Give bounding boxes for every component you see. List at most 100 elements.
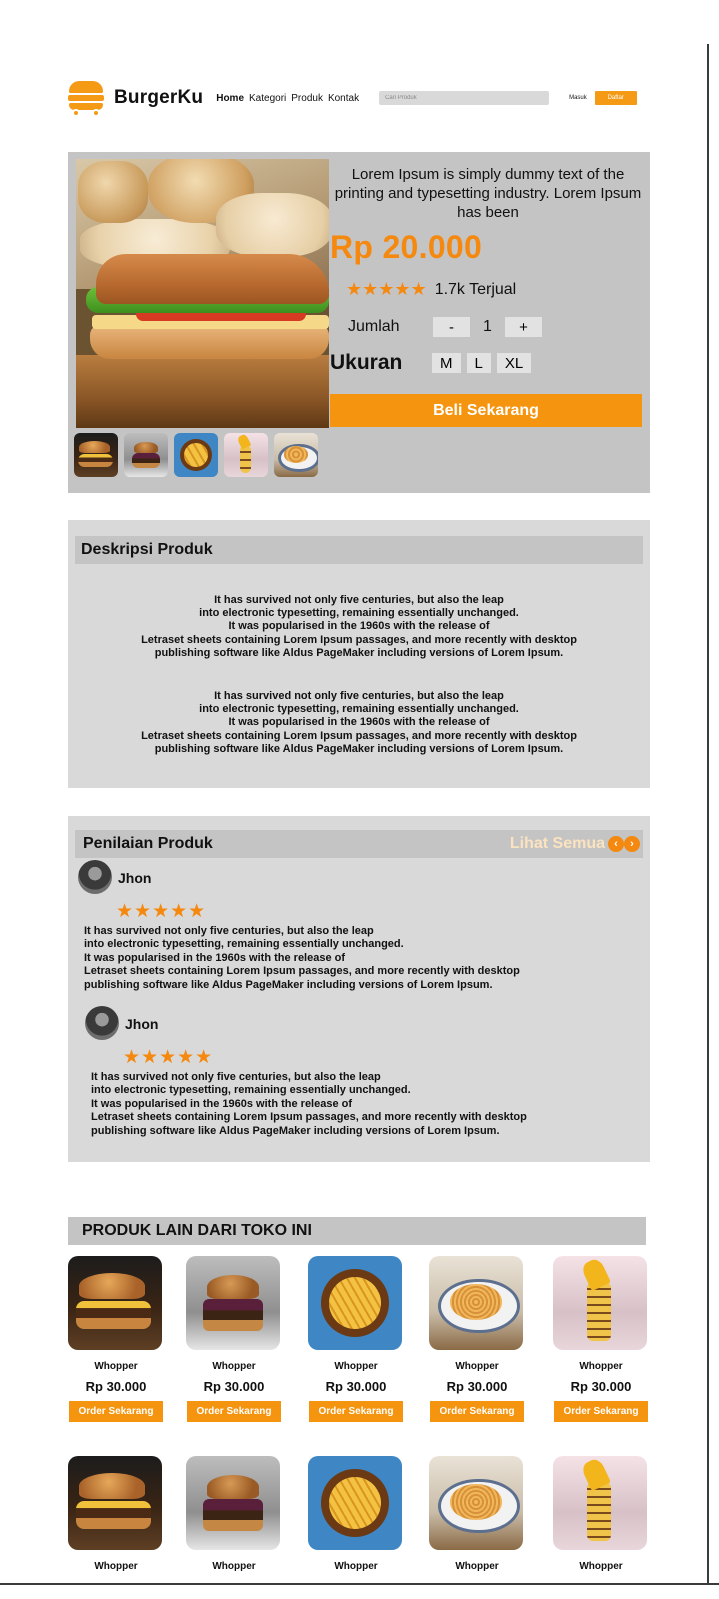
thumbnail-image[interactable] (74, 433, 118, 477)
nav-link-kontak[interactable]: Kontak (328, 93, 359, 104)
product-card[interactable]: Whopper (68, 1456, 164, 1572)
review-text: It has survived not only five centuries,… (84, 925, 644, 992)
quantity-value: 1 (483, 318, 492, 335)
star-rating-icon: ★★★★★ (123, 1047, 214, 1068)
size-option-xl[interactable]: XL (496, 353, 532, 373)
quantity-decrease-button[interactable]: - (433, 317, 470, 337)
text-line: It was popularised in the 1960s with the… (228, 716, 490, 729)
product-price: Rp 20.000 (330, 229, 483, 265)
product-name: Whopper (94, 1361, 138, 1372)
order-now-button[interactable]: Order Sekarang (69, 1401, 163, 1422)
product-name: Whopper (455, 1361, 499, 1372)
product-card[interactable]: Whopper Rp 30.000 Order Sekarang (68, 1256, 164, 1422)
product-image[interactable] (186, 1456, 280, 1550)
product-image[interactable] (553, 1256, 647, 1350)
reviews-panel: Penilaian Produk Lihat Semua ‹ › Jhon ★★… (68, 816, 650, 1162)
text-line: publishing software like Aldus PageMaker… (84, 978, 493, 991)
reviews-header: Penilaian Produk Lihat Semua ‹ › (75, 830, 643, 858)
nav-link-produk[interactable]: Produk (291, 93, 323, 104)
product-image[interactable] (429, 1456, 523, 1550)
product-image[interactable] (186, 1256, 280, 1350)
product-rating: ★★★★★ 1.7k Terjual (346, 279, 516, 300)
product-card[interactable]: Whopper Rp 30.000 Order Sekarang (429, 1256, 525, 1422)
register-button[interactable]: Daftar (594, 91, 637, 105)
page-frame-right-border (707, 44, 709, 1584)
chevron-right-icon[interactable]: › (624, 836, 640, 852)
search-input[interactable] (379, 91, 550, 105)
product-image[interactable] (308, 1256, 402, 1350)
quantity-label: Jumlah (348, 318, 400, 335)
thumbnail-image[interactable] (274, 433, 318, 477)
product-card[interactable]: Whopper (429, 1456, 525, 1572)
text-line: Letraset sheets containing Lorem Ipsum p… (141, 729, 577, 742)
product-hero: Lorem Ipsum is simply dummy text of the … (68, 152, 650, 493)
product-image[interactable] (429, 1256, 523, 1350)
product-image[interactable] (68, 1456, 162, 1550)
product-card[interactable]: Whopper (186, 1456, 282, 1572)
description-paragraph: It has survived not only five centuries,… (68, 594, 650, 660)
text-line: Letraset sheets containing Lorem Ipsum p… (141, 633, 577, 646)
description-paragraph: It has survived not only five centuries,… (68, 690, 650, 756)
product-image[interactable] (553, 1456, 647, 1550)
product-price: Rp 30.000 (570, 1379, 632, 1394)
thumbnail-image[interactable] (224, 433, 268, 477)
text-line: publishing software like Aldus PageMaker… (154, 742, 564, 755)
text-line: into electronic typesetting, remaining e… (199, 607, 519, 620)
product-card[interactable]: Whopper Rp 30.000 Order Sekarang (553, 1256, 649, 1422)
product-card[interactable]: Whopper (308, 1456, 404, 1572)
login-link[interactable]: Masuk (569, 95, 587, 101)
text-line: It has survived not only five centuries,… (91, 1071, 381, 1083)
text-line: It has survived not only five centuries,… (214, 594, 504, 606)
text-line: It was popularised in the 1960s with the… (228, 620, 490, 633)
product-card[interactable]: Whopper (553, 1456, 649, 1572)
text-line: It has survived not only five centuries,… (214, 690, 504, 702)
product-card[interactable]: Whopper Rp 30.000 Order Sekarang (308, 1256, 404, 1422)
burger-logo-icon[interactable] (68, 79, 104, 117)
avatar (78, 860, 112, 894)
avatar (85, 1006, 119, 1040)
nav-links: Home Kategori Produk Kontak (216, 93, 359, 104)
star-rating-icon: ★★★★★ (116, 901, 207, 922)
review-text: It has survived not only five centuries,… (91, 1071, 651, 1138)
product-name: Whopper (212, 1361, 256, 1372)
nav-link-home[interactable]: Home (216, 93, 244, 104)
order-now-button[interactable]: Order Sekarang (309, 1401, 403, 1422)
product-name: Whopper (212, 1561, 256, 1572)
text-line: Letraset sheets containing Lorem Ipsum p… (91, 1111, 527, 1124)
text-line: into electronic typesetting, remaining e… (199, 703, 519, 716)
size-option-m[interactable]: M (432, 353, 461, 373)
thumbnail-strip (74, 433, 318, 477)
text-line: It has survived not only five centuries,… (84, 925, 374, 937)
text-line: It was popularised in the 1960s with the… (91, 1097, 353, 1110)
page-frame-bottom-border (0, 1583, 719, 1585)
product-description: Lorem Ipsum is simply dummy text of the … (334, 166, 642, 221)
product-name: Whopper (579, 1361, 623, 1372)
text-line: into electronic typesetting, remaining e… (91, 1084, 411, 1097)
thumbnail-image[interactable] (124, 433, 168, 477)
sold-count: 1.7k Terjual (434, 280, 517, 298)
product-image[interactable] (308, 1456, 402, 1550)
chevron-left-icon[interactable]: ‹ (608, 836, 624, 852)
quantity-stepper: Jumlah - 1 + (348, 317, 542, 337)
navbar: BurgerKu Home Kategori Produk Kontak Mas… (68, 78, 654, 118)
product-image[interactable] (68, 1256, 162, 1350)
order-now-button[interactable]: Order Sekarang (430, 1401, 524, 1422)
brand-name[interactable]: BurgerKu (114, 87, 203, 109)
product-card[interactable]: Whopper Rp 30.000 Order Sekarang (186, 1256, 282, 1422)
reviewer-name: Jhon (125, 1016, 159, 1032)
order-now-button[interactable]: Order Sekarang (554, 1401, 648, 1422)
quantity-increase-button[interactable]: + (505, 317, 542, 337)
see-all-reviews-link[interactable]: Lihat Semua (510, 830, 605, 858)
product-name: Whopper (94, 1561, 138, 1572)
buy-now-button[interactable]: Beli Sekarang (330, 394, 642, 427)
order-now-button[interactable]: Order Sekarang (187, 1401, 281, 1422)
product-price: Rp 30.000 (325, 1379, 387, 1394)
product-price: Rp 30.000 (85, 1379, 147, 1394)
main-product-image (76, 159, 329, 428)
product-name: Whopper (334, 1561, 378, 1572)
size-label: Ukuran (330, 351, 403, 374)
reviews-title: Penilaian Produk (83, 835, 213, 852)
size-option-l[interactable]: L (466, 353, 491, 373)
nav-link-kategori[interactable]: Kategori (249, 93, 286, 104)
thumbnail-image[interactable] (174, 433, 218, 477)
